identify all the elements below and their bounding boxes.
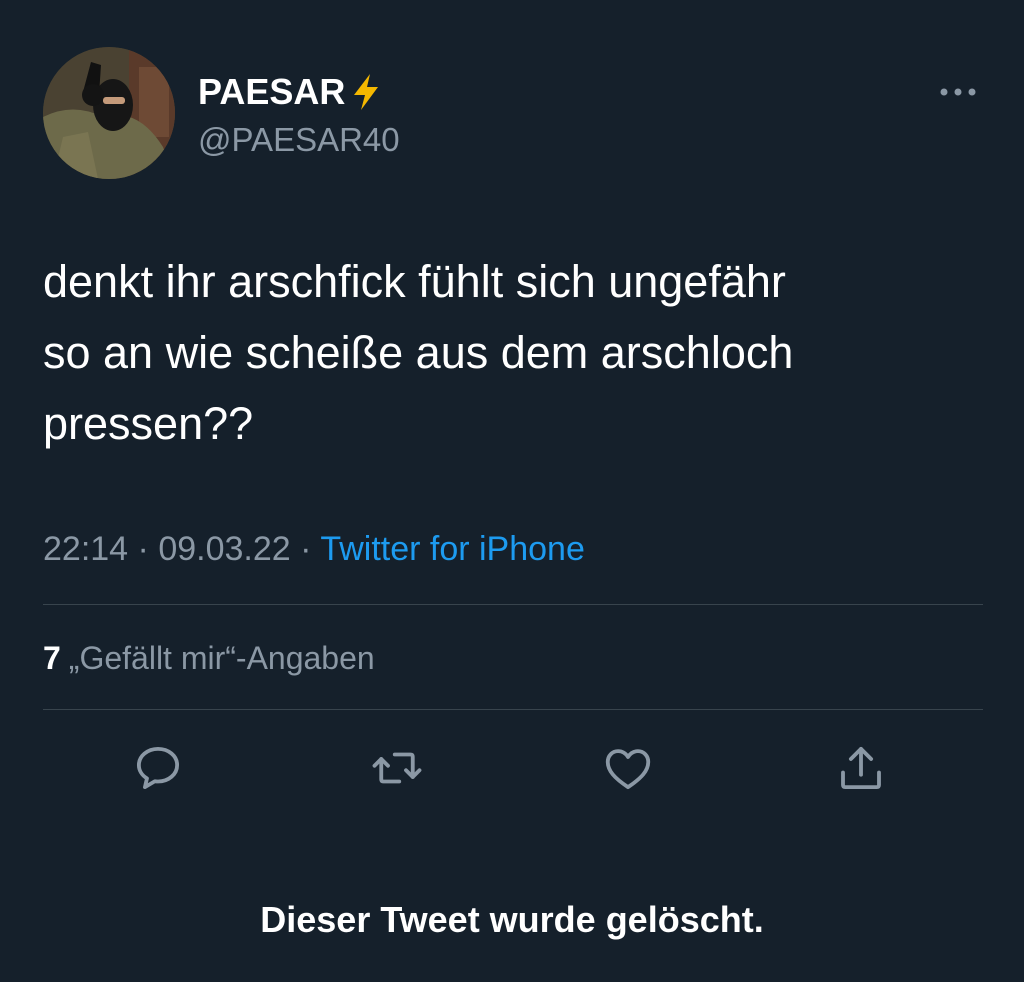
tweet-text: denkt ihr arschfick fühlt sich ungefähr …	[43, 256, 794, 449]
reply-button[interactable]	[130, 740, 186, 796]
share-icon	[841, 746, 881, 790]
tweet-date: 09.03.22	[158, 530, 291, 568]
tweet-source-link[interactable]: Twitter for iPhone	[320, 530, 585, 568]
tweet-time: 22:14	[43, 530, 129, 568]
retweet-icon	[372, 752, 422, 784]
likes-count: 7	[43, 640, 61, 676]
like-button[interactable]	[600, 740, 656, 796]
deleted-notice: Dieser Tweet wurde gelöscht.	[260, 899, 764, 940]
reply-icon	[136, 746, 180, 790]
lightning-bolt-icon	[354, 74, 379, 110]
divider	[43, 604, 983, 605]
meta-separator: ·	[137, 530, 149, 568]
retweet-button[interactable]	[369, 740, 425, 796]
likes-label: „Gefällt mir“-Angaben	[68, 640, 375, 676]
divider	[43, 709, 983, 710]
more-options-icon[interactable]	[936, 78, 980, 106]
like-icon	[605, 749, 651, 790]
likes-summary[interactable]: 7 „Gefällt mir“-Angaben	[43, 638, 375, 678]
display-name-text: PAESAR	[198, 71, 346, 112]
meta-separator: ·	[300, 530, 312, 568]
display-name[interactable]: PAESAR	[198, 70, 383, 114]
user-handle[interactable]: @PAESAR40	[198, 120, 400, 160]
share-button[interactable]	[833, 740, 889, 796]
tweet-metadata: 22:14 · 09.03.22 · Twitter for iPhone	[43, 528, 585, 570]
avatar[interactable]	[43, 47, 175, 179]
